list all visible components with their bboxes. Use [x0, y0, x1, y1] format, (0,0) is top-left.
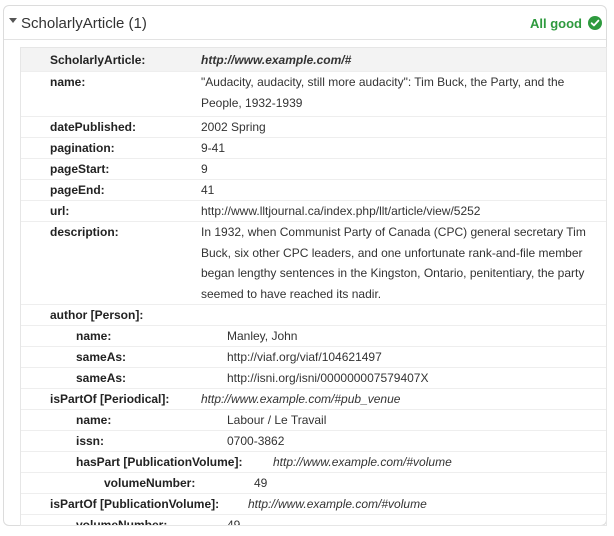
property-value: http://www.example.com/#pub_venue: [201, 392, 401, 406]
table-row: description: In 1932, when Communist Par…: [21, 222, 606, 305]
property-key: hasPart [PublicationVolume]:: [76, 455, 243, 469]
property-value: 0700-3862: [227, 434, 285, 448]
property-value: "Audacity, audacity, still more audacity…: [201, 75, 565, 110]
property-value: 49: [227, 518, 241, 526]
table-row: pageEnd: 41: [21, 180, 606, 201]
property-value: In 1932, when Communist Party of Canada …: [201, 225, 586, 301]
property-key: issn:: [76, 434, 105, 448]
property-value: Labour / Le Travail: [227, 413, 327, 427]
property-value: http://www.example.com/#: [201, 53, 352, 67]
property-key: ScholarlyArticle:: [50, 53, 146, 67]
property-value: 9: [201, 162, 208, 176]
property-value[interactable]: http://viaf.org/viaf/104621497: [227, 347, 382, 368]
property-key: volumeNumber:: [76, 518, 168, 526]
table-row: sameAs: http://isni.org/isni/00000000757…: [21, 368, 606, 389]
table-row: issn: 0700-3862: [21, 431, 606, 452]
status-text: All good: [530, 16, 582, 31]
property-key: description:: [50, 225, 119, 239]
table-row: ScholarlyArticle: http://www.example.com…: [21, 48, 606, 72]
property-value: Manley, John: [227, 329, 298, 343]
schema-type-panel: ScholarlyArticle (1) All good ScholarlyA…: [3, 5, 607, 526]
table-row: name: Manley, John: [21, 326, 606, 347]
panel-title[interactable]: ScholarlyArticle (1): [21, 15, 147, 32]
property-value: 49: [254, 476, 268, 490]
table-row: pageStart: 9: [21, 159, 606, 180]
property-value: http://www.example.com/#volume: [273, 455, 452, 469]
property-key: datePublished:: [50, 120, 137, 134]
property-value[interactable]: http://isni.org/isni/000000007579407X: [227, 368, 429, 389]
property-key: name:: [76, 413, 112, 427]
table-row: isPartOf [PublicationVolume]: http://www…: [21, 494, 606, 515]
table-row: datePublished: 2002 Spring: [21, 117, 606, 138]
table-row: pagination: 9-41: [21, 138, 606, 159]
property-key: author [Person]:: [50, 308, 144, 322]
property-value: 41: [201, 183, 215, 197]
panel-header[interactable]: ScholarlyArticle (1) All good: [4, 6, 606, 40]
table-row: sameAs: http://viaf.org/viaf/104621497: [21, 347, 606, 368]
property-value: 2002 Spring: [201, 120, 266, 134]
table-row: url: http://www.lltjournal.ca/index.php/…: [21, 201, 606, 222]
caret-down-icon[interactable]: [9, 18, 17, 23]
check-circle-icon: [588, 16, 602, 30]
property-key: name:: [50, 75, 86, 89]
property-value: 9-41: [201, 141, 226, 155]
property-key: isPartOf [PublicationVolume]:: [50, 497, 220, 511]
table-row: volumeNumber: 49: [21, 473, 606, 494]
property-value[interactable]: http://www.lltjournal.ca/index.php/llt/a…: [201, 201, 480, 222]
property-key: isPartOf [Periodical]:: [50, 392, 170, 406]
table-row: isPartOf [Periodical]: http://www.exampl…: [21, 389, 606, 410]
table-row: name: "Audacity, audacity, still more au…: [21, 72, 606, 117]
property-key: url:: [50, 204, 70, 218]
property-key: sameAs:: [76, 350, 127, 364]
property-key: name:: [76, 329, 112, 343]
property-value: http://www.example.com/#volume: [248, 497, 427, 511]
property-key: volumeNumber:: [104, 476, 196, 490]
property-key: sameAs:: [76, 371, 127, 385]
properties-table: ScholarlyArticle: http://www.example.com…: [20, 47, 607, 526]
table-row: name: Labour / Le Travail: [21, 410, 606, 431]
table-row: hasPart [PublicationVolume]: http://www.…: [21, 452, 606, 473]
table-row: volumeNumber: 49: [21, 515, 606, 526]
table-row: author [Person]:: [21, 305, 606, 326]
property-key: pageEnd:: [50, 183, 105, 197]
property-key: pageStart:: [50, 162, 110, 176]
property-key: pagination:: [50, 141, 115, 155]
